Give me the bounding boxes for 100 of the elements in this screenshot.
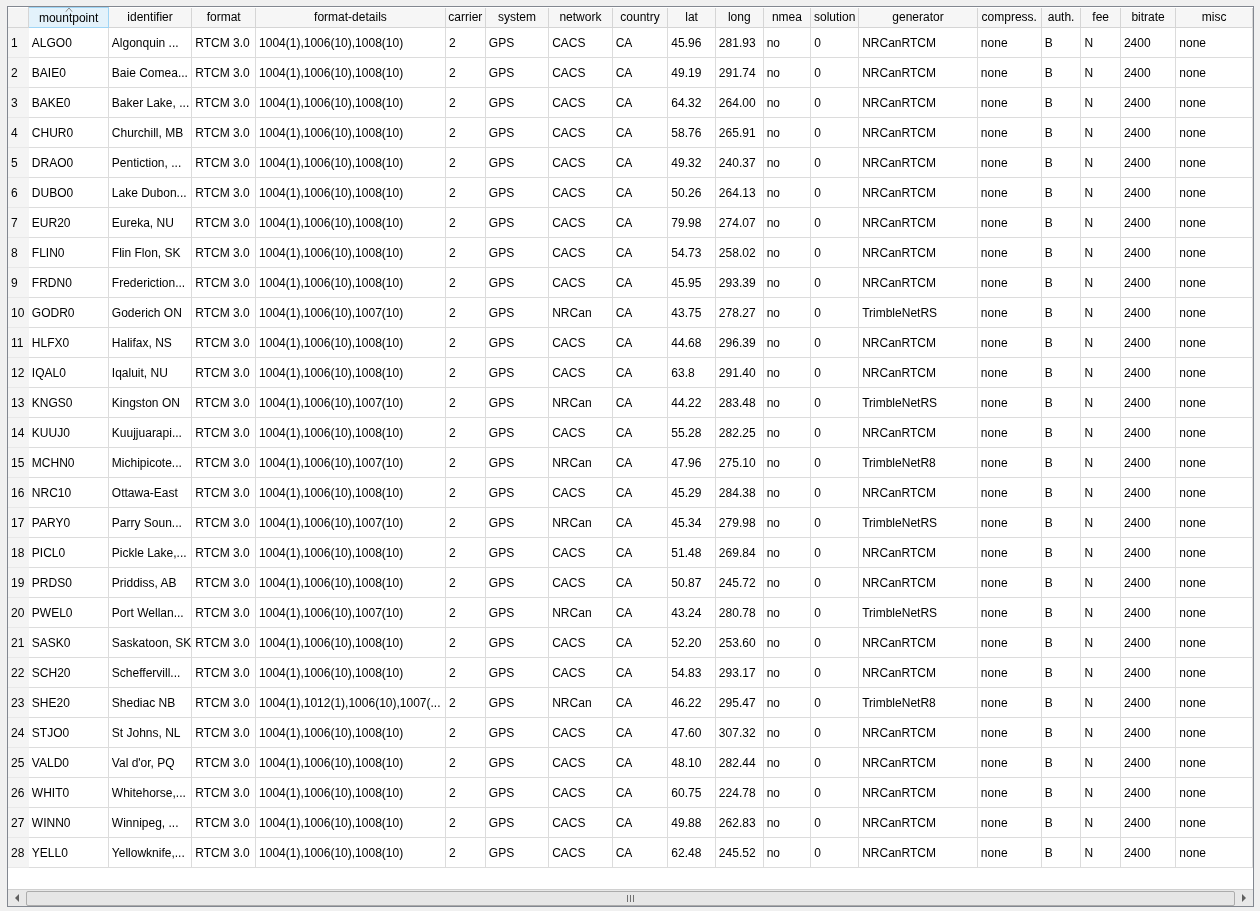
table-cell: RTCM 3.0 xyxy=(191,57,256,88)
table-cell: 2 xyxy=(445,297,486,328)
column-header[interactable]: lat xyxy=(667,7,716,28)
table-cell: SHE20 xyxy=(28,687,109,718)
table-cell: no xyxy=(763,537,811,568)
table-cell: 0 xyxy=(810,27,859,58)
table-cell: 2400 xyxy=(1120,207,1176,238)
table-cell: CA xyxy=(612,267,668,298)
scroll-right-icon[interactable] xyxy=(1240,894,1248,902)
table-cell: RTCM 3.0 xyxy=(191,807,256,838)
table-cell: RTCM 3.0 xyxy=(191,177,256,208)
table-cell: 1004(1),1006(10),1007(10) xyxy=(255,507,446,538)
table-cell: CA xyxy=(612,627,668,658)
table-cell: 2 xyxy=(445,57,486,88)
table-cell: 2 xyxy=(445,777,486,808)
table-cell: no xyxy=(763,147,811,178)
table-cell: none xyxy=(977,327,1042,358)
table-cell: CACS xyxy=(548,27,613,58)
table-cell: NRCanRTCM xyxy=(858,237,978,268)
table-cell: none xyxy=(1175,507,1253,538)
table-cell: B xyxy=(1041,687,1081,718)
table-cell: N xyxy=(1080,657,1121,688)
table-cell: 2400 xyxy=(1120,57,1176,88)
row-number: 12 xyxy=(8,357,29,388)
table-cell: 262.83 xyxy=(715,807,764,838)
column-header[interactable]: identifier xyxy=(108,7,192,28)
table-cell: RTCM 3.0 xyxy=(191,567,256,598)
table-cell: none xyxy=(1175,87,1253,118)
column-header[interactable]: nmea xyxy=(763,7,811,28)
column-header[interactable]: compress. xyxy=(977,7,1042,28)
table-cell: no xyxy=(763,57,811,88)
table-cell: 2400 xyxy=(1120,507,1176,538)
table-cell: no xyxy=(763,327,811,358)
table-cell: RTCM 3.0 xyxy=(191,777,256,808)
table-cell: RTCM 3.0 xyxy=(191,657,256,688)
table-cell: B xyxy=(1041,87,1081,118)
table-cell: Lake Dubon... xyxy=(108,177,192,208)
table-cell: RTCM 3.0 xyxy=(191,417,256,448)
table-cell: none xyxy=(1175,777,1253,808)
table-cell: Yellowknife,... xyxy=(108,837,192,868)
table-cell: none xyxy=(1175,747,1253,778)
table-cell: CA xyxy=(612,807,668,838)
table-cell: B xyxy=(1041,327,1081,358)
table-cell: VALD0 xyxy=(28,747,109,778)
table-cell: B xyxy=(1041,717,1081,748)
table-cell: no xyxy=(763,657,811,688)
table-cell: 2 xyxy=(445,417,486,448)
table-cell: 60.75 xyxy=(667,777,716,808)
table-cell: 0 xyxy=(810,387,859,418)
table-cell: GPS xyxy=(485,837,549,868)
column-header[interactable]: long xyxy=(715,7,764,28)
table-cell: EUR20 xyxy=(28,207,109,238)
table-cell: 264.00 xyxy=(715,87,764,118)
column-header[interactable]: fee xyxy=(1080,7,1121,28)
table-cell: WINN0 xyxy=(28,807,109,838)
table-cell: NRCanRTCM xyxy=(858,627,978,658)
column-header[interactable]: bitrate xyxy=(1120,7,1176,28)
table-cell: no xyxy=(763,507,811,538)
table-cell: none xyxy=(977,237,1042,268)
row-number: 18 xyxy=(8,537,29,568)
table-cell: B xyxy=(1041,627,1081,658)
table-cell: none xyxy=(977,417,1042,448)
column-header[interactable]: mountpoint xyxy=(28,7,109,28)
table-cell: CACS xyxy=(548,477,613,508)
table-cell: 1004(1),1006(10),1008(10) xyxy=(255,627,446,658)
table-cell: 0 xyxy=(810,147,859,178)
table-cell: none xyxy=(977,477,1042,508)
scroll-left-icon[interactable] xyxy=(13,894,21,902)
column-header[interactable]: network xyxy=(548,7,613,28)
table-cell: none xyxy=(977,567,1042,598)
table-cell: Frederiction... xyxy=(108,267,192,298)
table-cell: 1004(1),1012(1),1006(10),1007(... xyxy=(255,687,446,718)
table-cell: TrimbleNetR8 xyxy=(858,447,978,478)
table-cell: GPS xyxy=(485,117,549,148)
table-cell: RTCM 3.0 xyxy=(191,27,256,58)
table-cell: 62.48 xyxy=(667,837,716,868)
table-cell: 2400 xyxy=(1120,627,1176,658)
table-cell: B xyxy=(1041,117,1081,148)
table-cell: CACS xyxy=(548,147,613,178)
table-cell: RTCM 3.0 xyxy=(191,237,256,268)
column-header[interactable]: country xyxy=(612,7,668,28)
table-cell: Saskatoon, SK xyxy=(108,627,192,658)
table-cell: GPS xyxy=(485,777,549,808)
table-cell: none xyxy=(1175,207,1253,238)
column-header[interactable]: carrier xyxy=(445,7,486,28)
table-cell: N xyxy=(1080,507,1121,538)
table-cell: CACS xyxy=(548,57,613,88)
column-header[interactable]: solution xyxy=(810,7,859,28)
table-cell: 0 xyxy=(810,357,859,388)
column-header[interactable]: system xyxy=(485,7,549,28)
table-cell: NRCanRTCM xyxy=(858,27,978,58)
column-header[interactable]: auth. xyxy=(1041,7,1081,28)
column-header[interactable]: format-details xyxy=(255,7,446,28)
column-header[interactable]: format xyxy=(191,7,256,28)
table-cell: 291.40 xyxy=(715,357,764,388)
table-cell: Whitehorse,... xyxy=(108,777,192,808)
table-cell: CA xyxy=(612,717,668,748)
table-cell: 2400 xyxy=(1120,717,1176,748)
column-header[interactable]: misc xyxy=(1175,7,1253,28)
column-header[interactable]: generator xyxy=(858,7,978,28)
